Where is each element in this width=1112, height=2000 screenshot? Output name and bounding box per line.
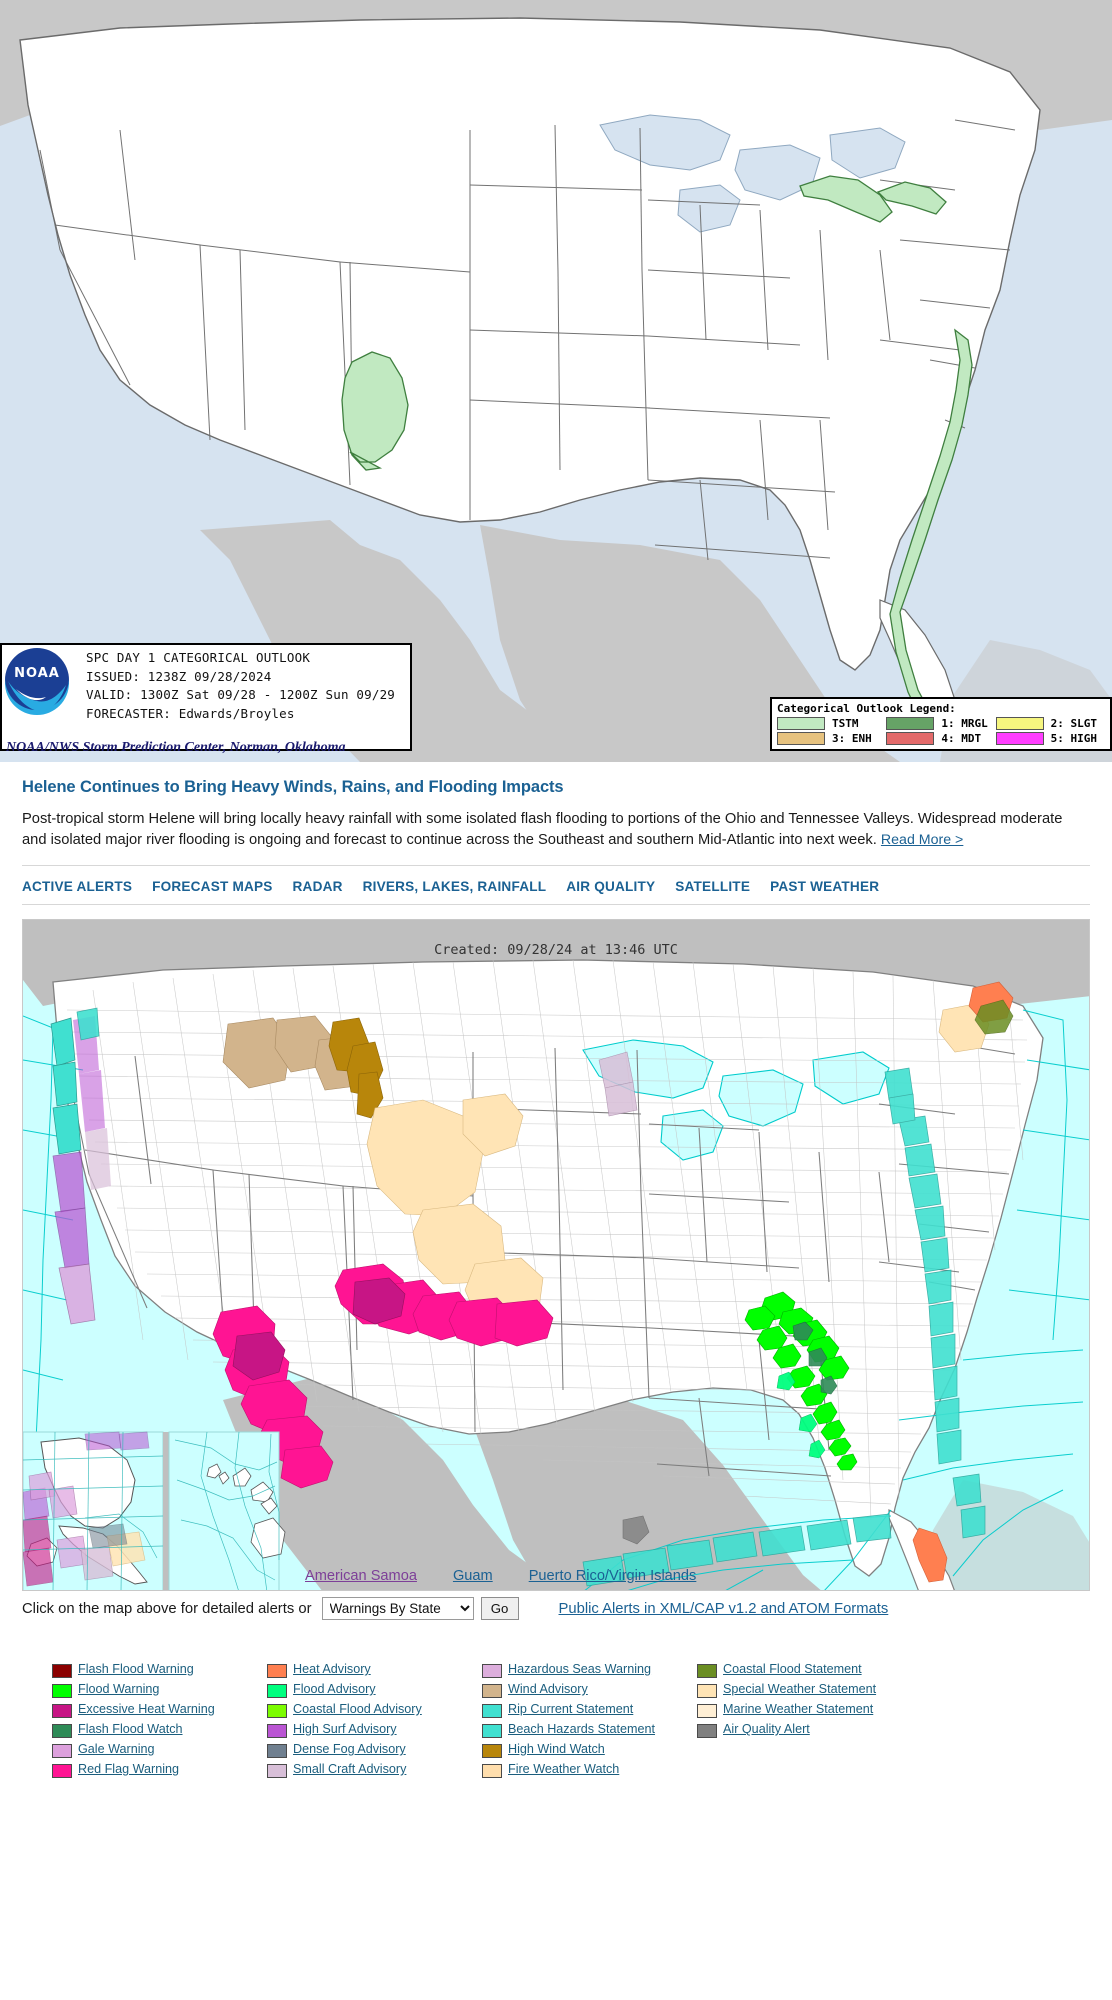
link-american-samoa[interactable]: American Samoa [305,1568,417,1584]
headline-body: Post-tropical storm Helene will bring lo… [22,809,1090,851]
primary-nav-tabs: ACTIVE ALERTS FORECAST MAPS RADAR RIVERS… [0,866,1112,904]
categorical-outlook-legend: Categorical Outlook Legend: TSTM 1: MRGL… [770,697,1112,751]
tab-active-alerts[interactable]: ACTIVE ALERTS [22,879,132,894]
color-swatch-icon [267,1744,287,1758]
color-swatch-icon [267,1724,287,1738]
legend-item-flash-flood-warning[interactable]: Flash Flood Warning [52,1662,267,1678]
legend-item-coastal-flood-advisory[interactable]: Coastal Flood Advisory [267,1702,482,1718]
legend-title: Categorical Outlook Legend: [777,702,956,715]
legend-column-2: Heat Advisory Flood Advisory Coastal Flo… [267,1662,482,1778]
tab-forecast-maps[interactable]: FORECAST MAPS [152,879,272,894]
legend-swatch [995,732,1044,745]
legend-item-wind-advisory[interactable]: Wind Advisory [482,1682,697,1698]
color-swatch-icon [52,1704,72,1718]
legend-swatch [886,732,935,745]
warnings-by-state-select[interactable]: Warnings By State [321,1597,474,1620]
legend-item-fire-weather-watch[interactable]: Fire Weather Watch [482,1762,697,1778]
legend-column-1: Flash Flood Warning Flood Warning Excess… [52,1662,267,1778]
color-swatch-icon [482,1704,502,1718]
public-alerts-xml-cap-link[interactable]: Public Alerts in XML/CAP v1.2 and ATOM F… [559,1601,889,1617]
color-swatch-icon [267,1684,287,1698]
legend-item-hazardous-seas-warning[interactable]: Hazardous Seas Warning [482,1662,697,1678]
spc-forecaster: FORECASTER: Edwards/Broyles [86,705,295,721]
legend-item-air-quality-alert[interactable]: Air Quality Alert [697,1722,937,1738]
spc-day1-outlook-map[interactable]: NOAA SPC DAY 1 CATEGORICAL OUTLOOK ISSUE… [0,0,1112,762]
spc-info-box: NOAA SPC DAY 1 CATEGORICAL OUTLOOK ISSUE… [0,643,412,751]
tab-air-quality[interactable]: AIR QUALITY [566,879,655,894]
legend-swatch [777,732,825,745]
read-more-link[interactable]: Read More > [881,832,963,848]
legend-item-special-weather-statement[interactable]: Special Weather Statement [697,1682,937,1698]
alerts-map-graphic [23,920,1089,1590]
legend-item-high-wind-watch[interactable]: High Wind Watch [482,1742,697,1758]
legend-item-excessive-heat-warning[interactable]: Excessive Heat Warning [52,1702,267,1718]
legend-entry-mdt: 4: MDT [886,732,995,745]
color-swatch-icon [52,1744,72,1758]
legend-item-high-surf-advisory[interactable]: High Surf Advisory [267,1722,482,1738]
go-button[interactable]: Go [480,1597,519,1620]
spc-center-attribution: NOAA/NWS Storm Prediction Center, Norman… [6,740,346,755]
map-instruction-label: Click on the map above for detailed aler… [22,1600,312,1617]
legend-item-dense-fog-advisory[interactable]: Dense Fog Advisory [267,1742,482,1758]
legend-column-4: Coastal Flood Statement Special Weather … [697,1662,937,1778]
noaa-logo: NOAA [4,647,82,715]
color-swatch-icon [697,1724,717,1738]
spc-valid-time: VALID: 1300Z Sat 09/28 - 1200Z Sun 09/29 [86,687,396,702]
color-swatch-icon [697,1684,717,1698]
tab-radar[interactable]: RADAR [293,879,343,894]
legend-entry-enh: 3: ENH [777,732,886,745]
legend-swatch [886,717,935,730]
headline-title: Helene Continues to Bring Heavy Winds, R… [22,778,564,796]
link-puerto-rico-virgin-islands[interactable]: Puerto Rico/Virgin Islands [529,1568,697,1584]
legend-item-coastal-flood-statement[interactable]: Coastal Flood Statement [697,1662,937,1678]
legend-item-gale-warning[interactable]: Gale Warning [52,1742,267,1758]
color-swatch-icon [482,1764,502,1778]
spc-outlook-title: SPC DAY 1 CATEGORICAL OUTLOOK [86,650,311,665]
map-created-timestamp: Created: 09/28/24 at 13:46 UTC [434,942,678,958]
color-swatch-icon [52,1764,72,1778]
color-swatch-icon [482,1724,502,1738]
color-swatch-icon [697,1704,717,1718]
alert-type-legend: Flash Flood Warning Flood Warning Excess… [0,1620,1112,1778]
headline-section: Helene Continues to Bring Heavy Winds, R… [0,762,1112,851]
legend-swatch [777,717,825,730]
tab-rivers-lakes-rainfall[interactable]: RIVERS, LAKES, RAINFALL [363,879,547,894]
color-swatch-icon [482,1664,502,1678]
color-swatch-icon [482,1744,502,1758]
legend-item-marine-weather-statement[interactable]: Marine Weather Statement [697,1702,937,1718]
tabs-divider [22,904,1090,905]
tab-past-weather[interactable]: PAST WEATHER [770,879,879,894]
svg-text:NOAA: NOAA [14,666,60,681]
color-swatch-icon [267,1764,287,1778]
legend-entry-slgt: 2: SLGT [995,717,1105,730]
legend-item-rip-current-statement[interactable]: Rip Current Statement [482,1702,697,1718]
color-swatch-icon [267,1664,287,1678]
map-controls-row: Click on the map above for detailed aler… [0,1591,1112,1620]
legend-entry-mrgl: 1: MRGL [886,717,995,730]
legend-item-flood-advisory[interactable]: Flood Advisory [267,1682,482,1698]
color-swatch-icon [52,1724,72,1738]
color-swatch-icon [482,1684,502,1698]
legend-entry-high: 5: HIGH [995,732,1105,745]
color-swatch-icon [697,1664,717,1678]
legend-item-heat-advisory[interactable]: Heat Advisory [267,1662,482,1678]
legend-swatch [995,717,1044,730]
legend-column-3: Hazardous Seas Warning Wind Advisory Rip… [482,1662,697,1778]
legend-item-flood-warning[interactable]: Flood Warning [52,1682,267,1698]
active-alerts-map[interactable]: Created: 09/28/24 at 13:46 UTC American … [22,919,1090,1591]
spc-issued-time: ISSUED: 1238Z 09/28/2024 [86,668,272,684]
legend-item-flash-flood-watch[interactable]: Flash Flood Watch [52,1722,267,1738]
legend-entry-tstm: TSTM [777,717,886,730]
color-swatch-icon [52,1664,72,1678]
legend-item-red-flag-warning[interactable]: Red Flag Warning [52,1762,267,1778]
territory-links: American Samoa Guam Puerto Rico/Virgin I… [305,1568,696,1584]
legend-item-beach-hazards-statement[interactable]: Beach Hazards Statement [482,1722,697,1738]
legend-item-small-craft-advisory[interactable]: Small Craft Advisory [267,1762,482,1778]
link-guam[interactable]: Guam [453,1568,493,1584]
color-swatch-icon [52,1684,72,1698]
color-swatch-icon [267,1704,287,1718]
tab-satellite[interactable]: SATELLITE [675,879,750,894]
